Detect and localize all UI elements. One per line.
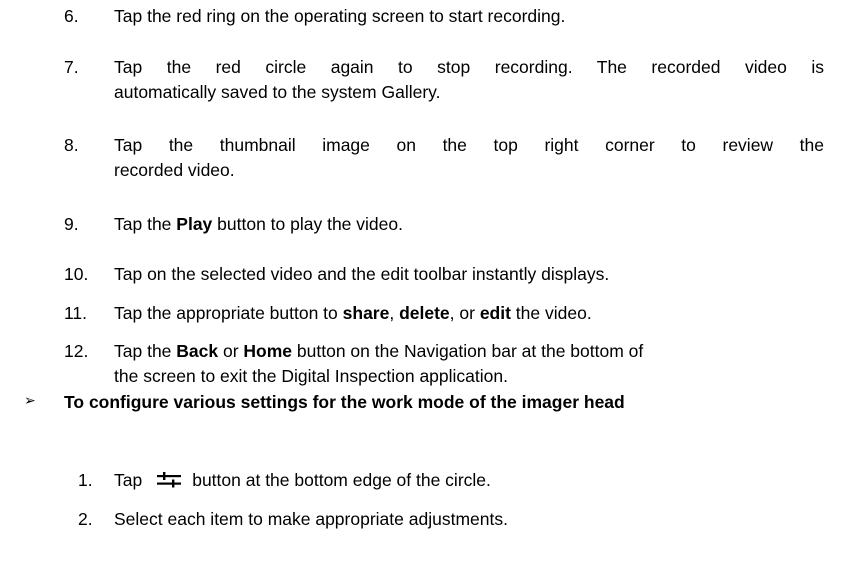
text-run: , [389,303,400,323]
step-text: Tap the Play button to play the video. [114,212,824,237]
step-number: 9. [64,214,79,234]
text-run: Tap [114,470,143,490]
step-text: Tap the appropriate button to share, del… [114,301,824,326]
step-text: Tap on the selected video and the edit t… [114,264,610,284]
bullet-arrow-icon: ➢ [24,392,36,408]
step-text: Tap the red ring on the operating screen… [114,6,566,26]
step-number: 6. [64,6,79,26]
step-number: 12. [64,341,89,361]
step-text-line-1: Tap the Back or Home button on the Navig… [114,339,824,364]
step-text-line-2: automatically saved to the system Galler… [114,82,441,102]
step-number: 11. [64,303,88,323]
section-heading: To configure various settings for the wo… [64,392,625,412]
step-text-line-1: Tap the thumbnail image on the top right… [114,135,824,155]
step-text-line-2: the screen to exit the Digital Inspectio… [114,366,508,386]
step-number: 2. [78,509,93,529]
step-number: 1. [78,470,93,490]
text-run: Tap the [114,214,177,234]
text-run: , or [449,303,480,323]
back-label: Back [176,341,219,361]
text-run: button to play the video. [212,214,403,234]
play-button-label: Play [176,214,213,234]
text-run: button on the Navigation bar at the bott… [292,341,644,361]
step-number: 10. [64,264,89,284]
step-text-line-2: recorded video. [114,160,235,180]
step-number: 8. [64,135,79,155]
step-text: Tap the red circle again to stop recordi… [114,55,824,105]
step-text-line-1: Tap the red circle again to stop recordi… [114,57,824,77]
step-text: Tap button at the bottom edge of the circ… [114,468,824,493]
text-run: the video. [510,303,592,323]
text-run: or [218,341,244,361]
step-number: 7. [64,57,79,77]
sliders-icon [156,471,182,489]
edit-label: edit [479,303,511,323]
step-text: Select each item to make appropriate adj… [114,509,508,529]
share-label: share [342,303,390,323]
delete-label: delete [399,303,450,323]
step-text: Tap the thumbnail image on the top right… [114,133,824,183]
home-label: Home [243,341,293,361]
text-run: Tap the appropriate button to [114,303,343,323]
text-run: Tap the [114,341,177,361]
text-run: button at the bottom edge of the circle. [192,470,491,490]
step-text: Tap the Back or Home button on the Navig… [114,339,824,389]
